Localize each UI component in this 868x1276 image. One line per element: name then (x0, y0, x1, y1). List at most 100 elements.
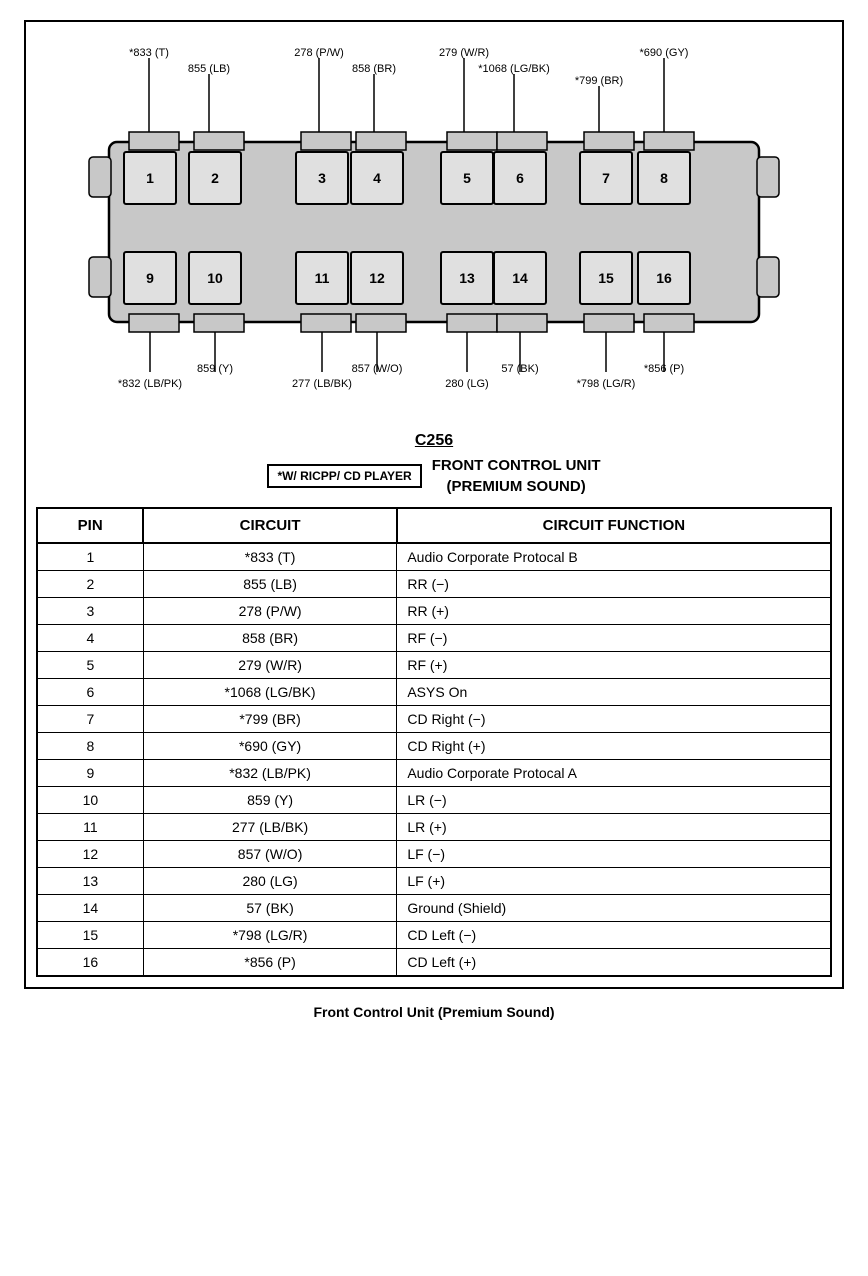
pin-table: PIN CIRCUIT CIRCUIT FUNCTION 1*833 (T)Au… (36, 507, 832, 977)
pin1-label: 1 (146, 170, 154, 186)
cell-pin: 2 (37, 571, 143, 598)
label-277lbbk: 277 (LB/BK) (292, 378, 352, 390)
label-832lbpk: *832 (LB/PK) (118, 378, 182, 390)
pin2-label: 2 (211, 170, 219, 186)
cell-circuit: 857 (W/O) (143, 841, 396, 868)
cell-function: ASYS On (397, 679, 831, 706)
table-row: 13280 (LG)LF (+) (37, 868, 831, 895)
title-row: *W/ RICPP/ CD PLAYER FRONT CONTROL UNIT … (36, 455, 832, 497)
table-row: 1*833 (T)Audio Corporate Protocal B (37, 543, 831, 571)
table-row: 10859 (Y)LR (−) (37, 787, 831, 814)
cell-pin: 5 (37, 652, 143, 679)
cell-circuit: 278 (P/W) (143, 598, 396, 625)
pin5-label: 5 (463, 170, 471, 186)
col-header-function: CIRCUIT FUNCTION (397, 508, 831, 543)
cell-pin: 1 (37, 543, 143, 571)
table-row: 9*832 (LB/PK)Audio Corporate Protocal A (37, 760, 831, 787)
cell-function: LR (−) (397, 787, 831, 814)
cell-pin: 13 (37, 868, 143, 895)
table-row: 6*1068 (LG/BK)ASYS On (37, 679, 831, 706)
cell-circuit: 277 (LB/BK) (143, 814, 396, 841)
label-1068lgbk: *1068 (LG/BK) (478, 63, 550, 75)
table-row: 16*856 (P)CD Left (+) (37, 949, 831, 977)
cell-circuit: *799 (BR) (143, 706, 396, 733)
cell-pin: 12 (37, 841, 143, 868)
label-280lg: 280 (LG) (445, 378, 488, 390)
table-row: 2855 (LB)RR (−) (37, 571, 831, 598)
cell-circuit: *856 (P) (143, 949, 396, 977)
pin11-label: 11 (315, 270, 330, 286)
title-section: C256 *W/ RICPP/ CD PLAYER FRONT CONTROL … (36, 432, 832, 497)
footer-caption: Front Control Unit (Premium Sound) (313, 1004, 554, 1020)
pin4-label: 4 (373, 170, 381, 186)
table-row: 12857 (W/O)LF (−) (37, 841, 831, 868)
label-279wr: 279 (W/R) (439, 47, 489, 59)
cell-function: Audio Corporate Protocal B (397, 543, 831, 571)
table-row: 15*798 (LG/R)CD Left (−) (37, 922, 831, 949)
pin16-label: 16 (656, 270, 672, 286)
table-row: 1457 (BK)Ground (Shield) (37, 895, 831, 922)
label-859y: 859 (Y) (197, 363, 233, 375)
label-278pw: 278 (P/W) (294, 47, 344, 59)
pin9-label: 9 (146, 270, 154, 286)
cell-function: LF (+) (397, 868, 831, 895)
cell-function: RR (−) (397, 571, 831, 598)
table-row: 4858 (BR)RF (−) (37, 625, 831, 652)
cell-circuit: *833 (T) (143, 543, 396, 571)
cell-pin: 8 (37, 733, 143, 760)
cell-pin: 3 (37, 598, 143, 625)
connector-title: FRONT CONTROL UNIT (PREMIUM SOUND) (432, 455, 601, 497)
cell-function: Ground (Shield) (397, 895, 831, 922)
cell-function: CD Left (+) (397, 949, 831, 977)
pin14-label: 14 (512, 270, 528, 286)
label-858br: 858 (BR) (352, 63, 396, 75)
label-833t: *833 (T) (129, 47, 169, 59)
cell-circuit: 280 (LG) (143, 868, 396, 895)
label-856p: *856 (P) (644, 363, 684, 375)
table-row: 11277 (LB/BK)LR (+) (37, 814, 831, 841)
label-798lgr: *798 (LG/R) (577, 378, 636, 390)
cell-circuit: 858 (BR) (143, 625, 396, 652)
note-badge: *W/ RICPP/ CD PLAYER (267, 464, 421, 488)
cell-pin: 10 (37, 787, 143, 814)
cell-circuit: 855 (LB) (143, 571, 396, 598)
cell-circuit: *1068 (LG/BK) (143, 679, 396, 706)
cell-function: LF (−) (397, 841, 831, 868)
label-690gy: *690 (GY) (640, 47, 689, 59)
cell-pin: 4 (37, 625, 143, 652)
cell-pin: 15 (37, 922, 143, 949)
table-row: 7*799 (BR)CD Right (−) (37, 706, 831, 733)
cell-circuit: *690 (GY) (143, 733, 396, 760)
pin13-label: 13 (459, 270, 475, 286)
cell-function: LR (+) (397, 814, 831, 841)
pin3-label: 3 (318, 170, 326, 186)
pin8-label: 8 (660, 170, 668, 186)
connector-id: C256 (36, 432, 832, 450)
cell-function: CD Right (−) (397, 706, 831, 733)
cell-pin: 14 (37, 895, 143, 922)
cell-pin: 6 (37, 679, 143, 706)
connector-diagram: *833 (T) 278 (P/W) 279 (W/R) *690 (GY) 8… (54, 42, 814, 402)
cell-pin: 7 (37, 706, 143, 733)
pin10-label: 10 (207, 270, 223, 286)
cell-circuit: 57 (BK) (143, 895, 396, 922)
pin7-label: 7 (602, 170, 610, 186)
label-799br: *799 (BR) (575, 75, 623, 87)
cell-function: RF (−) (397, 625, 831, 652)
label-57bk: 57 (BK) (501, 363, 538, 375)
cell-pin: 9 (37, 760, 143, 787)
cell-circuit: 859 (Y) (143, 787, 396, 814)
cell-circuit: *798 (LG/R) (143, 922, 396, 949)
cell-function: RF (+) (397, 652, 831, 679)
col-header-circuit: CIRCUIT (143, 508, 396, 543)
diagram-area: *833 (T) 278 (P/W) 279 (W/R) *690 (GY) 8… (36, 32, 832, 422)
cell-function: RR (+) (397, 598, 831, 625)
cell-function: CD Right (+) (397, 733, 831, 760)
table-row: 8*690 (GY)CD Right (+) (37, 733, 831, 760)
label-855lb: 855 (LB) (188, 63, 230, 75)
pin15-label: 15 (598, 270, 614, 286)
main-container: *833 (T) 278 (P/W) 279 (W/R) *690 (GY) 8… (24, 20, 844, 989)
cell-circuit: *832 (LB/PK) (143, 760, 396, 787)
table-row: 5279 (W/R)RF (+) (37, 652, 831, 679)
col-header-pin: PIN (37, 508, 143, 543)
